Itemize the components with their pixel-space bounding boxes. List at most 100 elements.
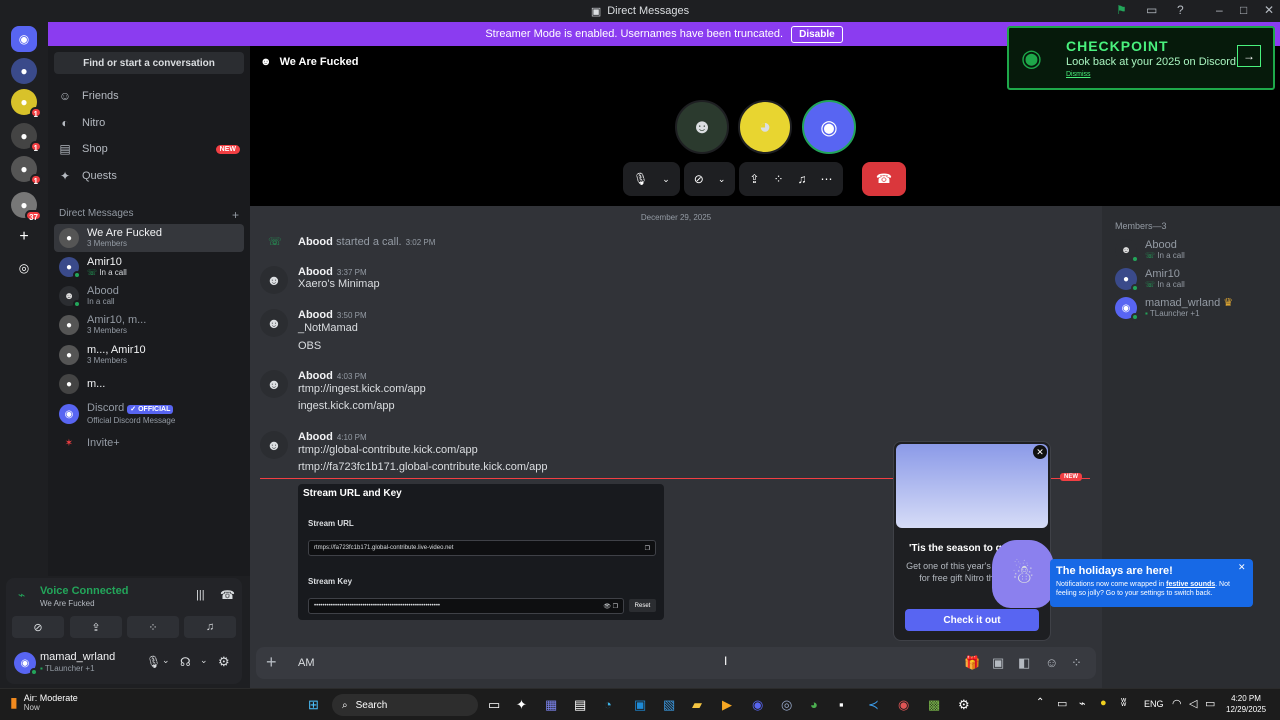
disconnect-icon[interactable]: ☎ [220,588,235,602]
app-icon[interactable]: ▧ [663,697,675,713]
add-attachment-icon[interactable]: + [266,652,277,673]
edge-icon[interactable]: ◔ [604,697,612,712]
author-avatar[interactable]: ☻ [260,266,288,294]
server-avatar[interactable]: ● 37 [11,192,42,222]
emoji-icon[interactable]: ☺ [1045,655,1058,670]
gif-icon[interactable]: ▣ [992,655,1004,671]
obs-icon[interactable]: ◉ [898,697,909,713]
dm-item[interactable]: ✶ Invite+ [54,429,244,457]
tray-icon[interactable]: ⌁ [1079,697,1086,710]
message-input-text[interactable]: AM [298,657,315,669]
arrow-right-icon[interactable]: → [1237,45,1261,67]
copilot-icon[interactable]: ✦ [516,697,527,713]
battery-icon[interactable]: ▭ [1205,697,1215,710]
minecraft-icon[interactable]: ▩ [928,697,940,713]
screen-icon[interactable]: ▭ [1146,3,1157,17]
steam-icon[interactable]: ◎ [781,697,792,713]
tray-icon[interactable]: ʬ [1121,697,1126,709]
apps-icon[interactable]: ⁘ [1071,655,1082,671]
camera-off-button[interactable]: ⊘ [12,616,64,638]
sticker-icon[interactable]: ◧ [1018,655,1030,671]
soundboard-icon[interactable]: ||| [196,589,205,601]
chevron-down-icon[interactable]: ⌄ [662,174,670,185]
author-avatar[interactable]: ☻ [260,370,288,398]
vscode-icon[interactable]: ≺ [868,697,879,713]
more-icon[interactable]: ⋯ [821,172,833,186]
dm-item[interactable]: ● m..., Amir10 3 Members [54,341,244,369]
headphones-icon[interactable]: ☊ [180,655,191,669]
camera-control[interactable]: ⊘ ⌄ [683,162,736,196]
message-author[interactable]: Abood [298,236,333,248]
member-item[interactable]: ● Amir10 ☏ In a call [1115,268,1185,292]
checkpoint-popup[interactable]: ◉ CHECKPOINT Look back at your 2025 on D… [1007,26,1275,90]
nav-shop[interactable]: ▤ Shop NEW [58,137,244,161]
dm-item[interactable]: ● Amir10, m... 3 Members [54,311,244,339]
discover-icon[interactable]: ◎ [11,255,37,281]
dm-item[interactable]: ● Amir10 ☏ In a call [54,253,244,281]
close-icon[interactable]: ✕ [1238,562,1246,573]
festive-sounds-link[interactable]: festive sounds [1166,581,1215,588]
wifi-icon[interactable]: ◠ [1172,697,1182,710]
outlook-icon[interactable]: ▣ [634,697,646,713]
dm-item[interactable]: ● m... [54,370,244,398]
message-author[interactable]: Abood [298,431,333,443]
discord-taskbar-icon[interactable]: ◉ [752,697,763,713]
app-icon[interactable]: ⚙ [958,697,970,713]
member-item[interactable]: ☻ Abood ☏ In a call [1115,239,1185,263]
message-author[interactable]: Abood [298,309,333,321]
camera-off-icon[interactable]: ⊘ [694,172,704,186]
gear-icon[interactable]: ⚙ [218,654,230,670]
author-avatar[interactable]: ☻ [260,309,288,337]
dismiss-link[interactable]: Dismiss [1066,71,1091,78]
taskbar-search[interactable]: ⌕ Search [332,694,478,716]
author-avatar[interactable]: ☻ [260,431,288,459]
gift-icon[interactable]: 🎁 [964,655,980,671]
store-icon[interactable]: ▤ [574,697,586,713]
add-server-icon[interactable]: + [11,224,37,250]
tray-icon[interactable]: ▭ [1057,697,1067,710]
server-avatar[interactable]: ● 1 [11,156,42,186]
message-author[interactable]: Abood [298,370,333,382]
activities-button[interactable]: ⁘ [127,616,179,638]
member-item[interactable]: ◉ mamad_wrland ♛ ▪ TLauncher +1 [1115,297,1233,321]
dm-item[interactable]: ☻ Abood In a call [54,282,244,310]
mic-icon[interactable]: 🎙 [633,172,648,186]
start-icon[interactable]: ⊞ [308,697,319,713]
activities-icon[interactable]: ⁘ [773,172,783,186]
server-avatar[interactable]: ● 1 [11,123,42,153]
home-discord-icon[interactable]: ◉ [11,26,37,52]
nav-friends[interactable]: ☺ Friends [58,84,244,108]
chrome-icon[interactable]: ◕ [810,697,818,712]
mic-icon[interactable]: 🎙 [146,655,161,669]
volume-icon[interactable]: ◁ [1189,697,1197,710]
task-view-icon[interactable]: ▭ [488,697,500,713]
teams-icon[interactable]: ▦ [545,697,557,713]
add-dm-button[interactable]: + [232,208,239,222]
flag-icon[interactable]: ⚑ [1116,3,1127,17]
message-author[interactable]: Abood [298,266,333,278]
find-conversation-button[interactable]: Find or start a conversation [54,52,244,74]
dm-item[interactable]: ● We Are Fucked 3 Members [54,224,244,252]
help-icon[interactable]: ? [1177,3,1184,17]
mic-control[interactable]: 🎙 ⌄ [623,162,680,196]
chevron-down-icon[interactable]: ⌄ [200,655,208,666]
soundboard-icon[interactable]: ♫ [798,172,807,186]
message-input[interactable]: + AM 🎁 ▣ ◧ ☺ ⁘ [256,647,1096,679]
voice-status[interactable]: Voice Connected [40,585,128,597]
chevron-down-icon[interactable]: ⌄ [162,655,170,666]
chevron-down-icon[interactable]: ⌄ [718,174,726,185]
server-avatar[interactable]: ● [11,58,37,84]
close-icon[interactable]: ✕ [1033,445,1047,459]
user-avatar[interactable]: ◉ [14,652,38,676]
soundboard-button[interactable]: ♫ [184,616,236,638]
user-name[interactable]: mamad_wrland [40,651,115,663]
tray-icon[interactable]: ● [1100,697,1107,709]
screen-share-icon[interactable]: ⇪ [749,172,759,186]
language-indicator[interactable]: ENG [1144,699,1164,709]
participant-discord-avatar[interactable]: ◉ [802,100,856,154]
server-avatar[interactable]: ● 1 [11,89,42,119]
check-it-out-button[interactable]: Check it out [905,609,1039,631]
clock[interactable]: 4:20 PM 12/29/2025 [1226,693,1266,715]
nav-nitro[interactable]: ◐ Nitro [58,111,244,135]
screen-share-button[interactable]: ⇪ [70,616,122,638]
